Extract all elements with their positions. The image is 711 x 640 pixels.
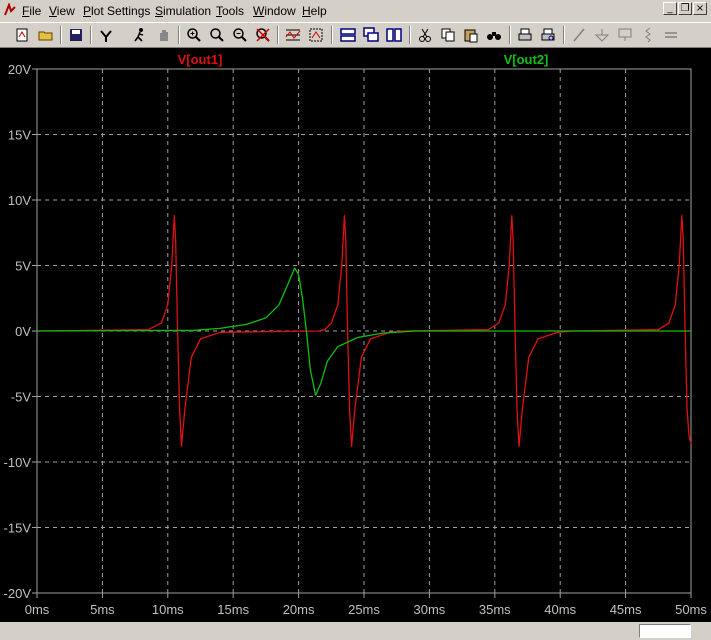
- tile-horizontal-icon[interactable]: [338, 25, 358, 45]
- menu-tools[interactable]: Tools: [216, 4, 244, 18]
- x-tick-label: 30ms: [414, 602, 446, 617]
- menu-window[interactable]: Window: [253, 4, 296, 18]
- zoom-area-icon[interactable]: [207, 25, 227, 45]
- cut-icon[interactable]: [415, 25, 435, 45]
- menu-simulation[interactable]: Simulation: [155, 4, 211, 18]
- x-tick-label: 20ms: [283, 602, 315, 617]
- y-tick-label: -5V: [11, 390, 32, 405]
- x-tick-label: 0ms: [25, 602, 50, 617]
- toolbar: [0, 22, 711, 48]
- tile-vertical-icon[interactable]: [384, 25, 404, 45]
- x-tick-label: 40ms: [544, 602, 576, 617]
- find-icon[interactable]: [484, 25, 504, 45]
- print-preview-icon[interactable]: [538, 25, 558, 45]
- y-tick-label: 10V: [8, 193, 31, 208]
- x-tick-label: 50ms: [675, 602, 707, 617]
- y-tick-label: 15V: [8, 128, 31, 143]
- x-tick-label: 25ms: [348, 602, 380, 617]
- wire-icon[interactable]: [569, 25, 589, 45]
- autorange-icon[interactable]: [283, 25, 303, 45]
- resistor-icon[interactable]: [638, 25, 658, 45]
- x-tick-label: 5ms: [90, 602, 115, 617]
- fit-icon[interactable]: [306, 25, 326, 45]
- close-button[interactable]: ×: [693, 2, 707, 15]
- zoom-in-icon[interactable]: [184, 25, 204, 45]
- y-tick-label: -10V: [4, 455, 32, 470]
- waveform-plot-pane[interactable]: 0ms 5ms 10ms 15ms 20ms 25ms 30ms 35ms 40ms 45ms 50…: [0, 48, 711, 622]
- ltspice-app-icon[interactable]: [3, 3, 17, 17]
- y-tick-label: -20V: [4, 586, 32, 601]
- x-tick-label: 10ms: [152, 602, 184, 617]
- y-tick-label: 5V: [15, 259, 31, 274]
- minimize-button[interactable]: _: [663, 2, 677, 15]
- legend-trace-1: V[out1]: [178, 52, 223, 67]
- restore-button[interactable]: ❐: [678, 2, 692, 15]
- open-folder-icon[interactable]: [36, 25, 56, 45]
- paste-icon[interactable]: [461, 25, 481, 45]
- copy-icon[interactable]: [438, 25, 458, 45]
- print-icon[interactable]: [515, 25, 535, 45]
- pan-hand-icon[interactable]: [154, 25, 174, 45]
- waveform-chart[interactable]: 0ms 5ms 10ms 15ms 20ms 25ms 30ms 35ms 40ms 45ms 50…: [0, 48, 711, 622]
- y-tick-label: 20V: [8, 62, 31, 77]
- zoom-cancel-icon[interactable]: [253, 25, 273, 45]
- label-icon[interactable]: [615, 25, 635, 45]
- control-panel-icon[interactable]: [96, 25, 116, 45]
- capacitor-icon[interactable]: [661, 25, 681, 45]
- zoom-out-icon[interactable]: [230, 25, 250, 45]
- save-icon[interactable]: [66, 25, 86, 45]
- menu-plot-settings[interactable]: Plot Settings: [83, 4, 150, 18]
- y-tick-label: 0V: [15, 324, 31, 339]
- cascade-icon[interactable]: [361, 25, 381, 45]
- new-schematic-icon[interactable]: [12, 25, 32, 45]
- x-tick-label: 45ms: [610, 602, 642, 617]
- run-icon[interactable]: [130, 25, 150, 45]
- x-tick-label: 35ms: [479, 602, 511, 617]
- y-tick-label: -15V: [4, 521, 32, 536]
- ground-icon[interactable]: [592, 25, 612, 45]
- menu-file[interactable]: File: [22, 4, 41, 18]
- legend-trace-2: V[out2]: [504, 52, 549, 67]
- menu-bar: File View Plot Settings Simulation Tools…: [0, 0, 711, 22]
- status-pane: [639, 624, 691, 638]
- menu-view[interactable]: View: [49, 4, 75, 18]
- x-tick-label: 15ms: [217, 602, 249, 617]
- menu-help[interactable]: Help: [302, 4, 327, 18]
- status-bar: [0, 622, 711, 640]
- window-controls: _ ❐ ×: [663, 2, 709, 18]
